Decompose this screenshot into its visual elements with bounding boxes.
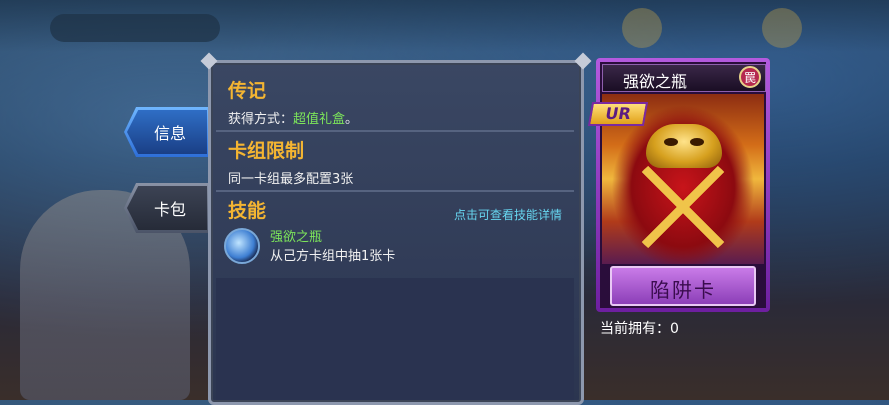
divider [216,190,574,192]
tab-pack-label: 卡包 [153,200,186,219]
card-type-bar: 陷阱卡 [610,266,756,306]
empty-area [216,278,574,400]
deck-limit-text: 同一卡组最多配置3张 [228,172,354,187]
info-content: 传记 获得方式：超值礼盒。 卡组限制 同一卡组最多配置3张 技能 点击可查看技能… [216,70,574,400]
card-type-label: 陷阱卡 [650,278,716,302]
tab-info[interactable]: 信息 [124,107,210,157]
skill-title: 技能 [228,200,267,222]
tab-pack[interactable]: 卡包 [124,183,210,233]
pot-of-greed-art [628,154,738,260]
background-gem-icon [762,8,802,48]
skill-description: 从己方卡组中抽1张卡 [270,249,396,264]
owned-value: 0 [670,321,679,337]
panel-corner-ornament [200,52,218,70]
card-name-bar: 强欲之瓶 罠 [602,64,766,92]
pot-eye [690,138,704,146]
skill-detail-link[interactable]: 点击可查看技能详情 [454,206,562,223]
owned-count: 当前拥有：0 [600,318,679,338]
obtain-label: 获得方式： [228,112,294,127]
deck-limit-title: 卡组限制 [228,140,305,162]
skill-name: 强欲之瓶 [270,230,323,245]
obtain-suffix: 。 [345,112,359,127]
pot-eye [664,138,678,146]
card-attribute-icon: 罠 [739,66,761,88]
obtain-method: 获得方式：超值礼盒。 [228,108,358,127]
skill-icon[interactable] [224,228,260,264]
divider [216,130,574,132]
obtain-value: 超值礼盒 [293,112,346,127]
pot-face-art [646,124,722,168]
panel-corner-ornament [574,52,592,70]
card-name: 强欲之瓶 [623,72,688,91]
owned-label: 当前拥有： [600,321,670,337]
tab-info-label: 信息 [153,124,186,143]
background-player-badge [50,14,220,42]
background-coin-icon [622,8,662,48]
card-frame[interactable]: 强欲之瓶 罠 UR 陷阱卡 [587,58,770,312]
legend-title: 传记 [228,80,267,102]
rarity-badge: UR [587,102,649,126]
